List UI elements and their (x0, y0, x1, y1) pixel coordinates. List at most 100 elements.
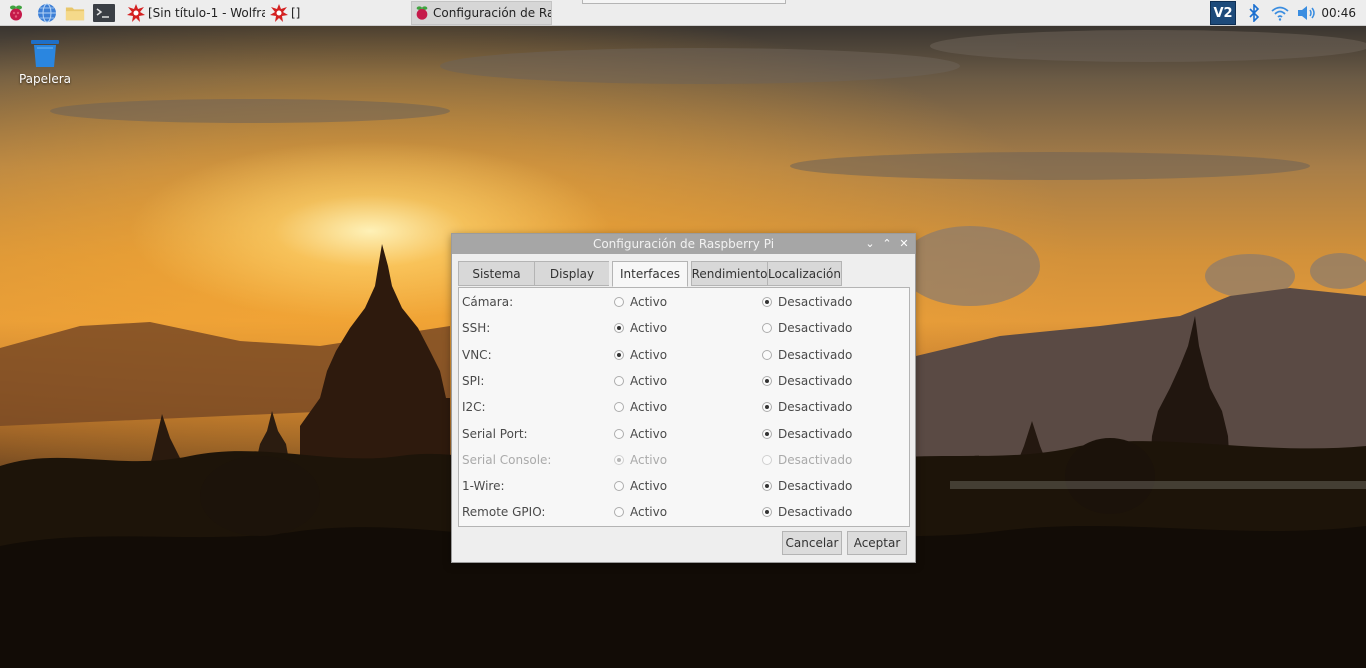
interface-label: SPI: (462, 373, 485, 388)
radio-button-icon[interactable] (614, 481, 624, 492)
radio-button-icon[interactable] (762, 297, 772, 307)
desktop-icon-trash[interactable]: Papelera (18, 36, 72, 86)
interface-row-serial-port: Serial Port: Activo Desactivado (459, 424, 909, 444)
radio-activo-i2c[interactable]: Activo (614, 400, 667, 414)
radio-button-icon[interactable] (762, 323, 772, 334)
wifi-icon[interactable] (1270, 3, 1290, 23)
radio-activo-remote-gpio[interactable]: Activo (614, 505, 667, 519)
interface-label: Cámara: (462, 295, 514, 309)
interface-label: Remote GPIO: (462, 505, 546, 520)
radio-label: Desactivado (778, 479, 853, 494)
file-manager-icon[interactable] (65, 3, 85, 23)
tab-rendimiento[interactable]: Rendimiento (691, 261, 767, 286)
cancel-button[interactable]: Cancelar (782, 531, 842, 555)
radio-label: Desactivado (778, 400, 853, 415)
interfaces-panel: Cámara: Activo Desactivado SSH: Activo Desact… (458, 287, 910, 527)
radio-button-icon (614, 454, 624, 465)
trash-icon (28, 36, 62, 70)
task-label: Configuración de Ras… (433, 6, 551, 20)
radio-button-icon[interactable] (614, 349, 624, 360)
radio-label: Activo (630, 426, 668, 441)
tab-sistema[interactable]: Sistema (458, 261, 534, 286)
radio-desactivado-ssh[interactable]: Desactivado (762, 321, 852, 335)
trash-label: Papelera (18, 72, 72, 86)
radio-label: Desactivado (778, 347, 853, 362)
minimize-icon[interactable]: ⌄ (863, 234, 877, 254)
terminal-icon[interactable] (93, 3, 115, 23)
wolfram-icon (270, 4, 288, 22)
interface-row-ssh: SSH: Activo Desactivado (459, 318, 909, 338)
radio-activo-c-mara[interactable]: Activo (614, 295, 667, 309)
radio-desactivado-1-wire[interactable]: Desactivado (762, 479, 852, 493)
ok-button[interactable]: Aceptar (847, 531, 907, 555)
radio-label: Desactivado (778, 373, 853, 388)
task-label: [Sin título-1 - Wolfra… (148, 6, 265, 20)
interface-row-c-mara: Cámara: Activo Desactivado (459, 292, 909, 312)
radio-desactivado-c-mara[interactable]: Desactivado (762, 295, 852, 309)
radio-label: Activo (630, 321, 668, 336)
radio-button-icon[interactable] (762, 507, 772, 518)
interface-label: Serial Port: (462, 426, 528, 441)
wolfram-icon (127, 4, 145, 22)
radio-activo-1-wire[interactable]: Activo (614, 479, 667, 493)
vnc-badge: V2 (1210, 1, 1236, 25)
dialog-titlebar[interactable]: Configuración de Raspberry Pi ⌄ ⌃ ✕ (452, 234, 915, 254)
radio-desactivado-spi[interactable]: Desactivado (762, 374, 852, 388)
radio-activo-ssh[interactable]: Activo (614, 321, 667, 335)
radio-desactivado-i2c[interactable]: Desactivado (762, 400, 852, 414)
raspberry-menu-icon[interactable] (6, 3, 26, 23)
interface-label: I2C: (462, 400, 486, 415)
interface-row-remote-gpio: Remote GPIO: Activo Desactivado (459, 502, 909, 522)
web-browser-icon[interactable] (37, 3, 57, 23)
maximize-icon[interactable]: ⌃ (880, 234, 894, 254)
radio-label: Desactivado (778, 321, 853, 336)
bluetooth-icon[interactable] (1244, 3, 1264, 23)
radio-button-icon (762, 454, 772, 465)
radio-button-icon[interactable] (614, 297, 624, 307)
interface-label: VNC: (462, 347, 492, 362)
radio-label: Desactivado (778, 426, 853, 441)
radio-button-icon[interactable] (614, 507, 624, 518)
interface-row-serial-console: Serial Console: Activo Desactivado (459, 450, 909, 470)
radio-label: Activo (630, 505, 668, 520)
radio-desactivado-serial-port[interactable]: Desactivado (762, 427, 852, 441)
radio-button-icon[interactable] (762, 349, 772, 360)
raspberry-icon (414, 4, 430, 22)
radio-button-icon[interactable] (614, 402, 624, 413)
interface-row-i2c: I2C: Activo Desactivado (459, 397, 909, 417)
task-button-wolfram-2[interactable]: [] (268, 1, 408, 25)
dialog-title: Configuración de Raspberry Pi (592, 237, 775, 251)
radio-button-icon[interactable] (614, 375, 624, 386)
raspi-config-dialog: Configuración de Raspberry Pi ⌄ ⌃ ✕ Sist… (451, 233, 916, 563)
radio-button-icon[interactable] (614, 428, 624, 439)
taskbar-empty-slot (582, 0, 786, 4)
interface-label: SSH: (462, 321, 491, 336)
radio-activo-serial-port[interactable]: Activo (614, 427, 667, 441)
tab-display[interactable]: Display (534, 261, 609, 286)
radio-button-icon[interactable] (762, 428, 772, 439)
clock[interactable]: 00:46 (1321, 6, 1356, 20)
task-button-raspi-config[interactable]: Configuración de Ras… (411, 1, 552, 25)
radio-button-icon[interactable] (614, 323, 624, 334)
interface-row-1-wire: 1-Wire: Activo Desactivado (459, 476, 909, 496)
radio-button-icon[interactable] (762, 481, 772, 492)
interface-label: Serial Console: (462, 452, 552, 467)
radio-button-icon[interactable] (762, 402, 772, 413)
task-button-wolfram-1[interactable]: [Sin título-1 - Wolfra… (125, 1, 265, 25)
volume-icon[interactable] (1297, 3, 1317, 23)
radio-activo-spi[interactable]: Activo (614, 374, 667, 388)
interface-label: 1-Wire: (462, 479, 505, 494)
tab-interfaces[interactable]: Interfaces (612, 261, 688, 287)
radio-button-icon[interactable] (762, 375, 772, 386)
close-icon[interactable]: ✕ (897, 234, 911, 254)
vnc-icon[interactable]: V2 (1210, 1, 1236, 25)
tab-localizacion[interactable]: Localización (767, 261, 842, 286)
top-panel: [Sin título-1 - Wolfra… [] Configuración… (0, 0, 1366, 26)
task-label: [] (291, 6, 301, 20)
radio-label: Activo (630, 479, 668, 494)
radio-desactivado-vnc[interactable]: Desactivado (762, 348, 852, 362)
radio-label: Desactivado (778, 295, 853, 309)
radio-activo-vnc[interactable]: Activo (614, 348, 667, 362)
radio-desactivado-remote-gpio[interactable]: Desactivado (762, 505, 852, 519)
radio-label: Desactivado (778, 452, 853, 467)
